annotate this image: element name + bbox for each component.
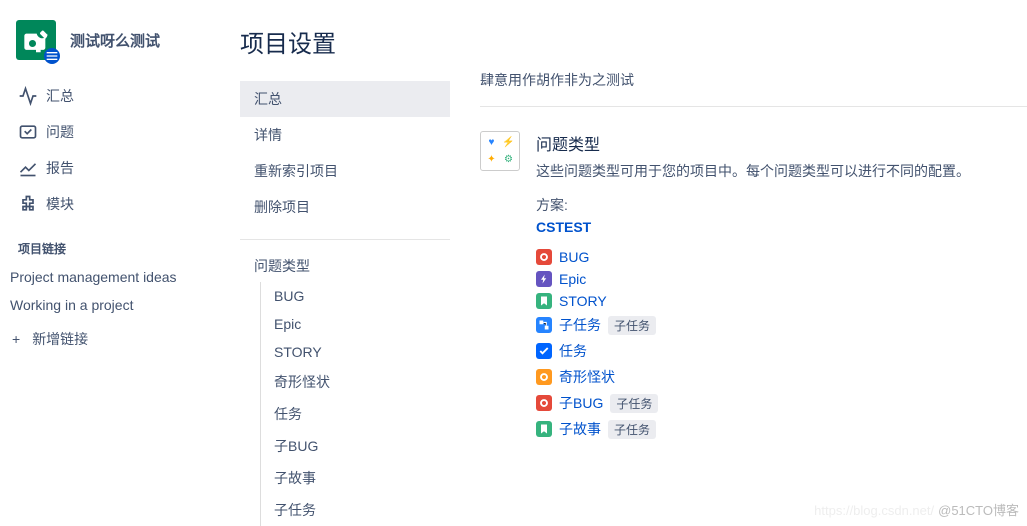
nav-components[interactable]: 模块 (8, 186, 231, 222)
issue-type-row: STORY (536, 293, 970, 309)
issue-types-list: BUGEpicSTORY子任务子任务任务奇形怪状子BUG子任务子故事子任务 (536, 249, 970, 439)
subtask-tag: 子任务 (608, 316, 656, 335)
issue-type-link[interactable]: STORY (559, 293, 607, 309)
issue-type-nav[interactable]: STORY (240, 338, 480, 366)
project-title: 测试呀么测试 (70, 30, 160, 51)
issue-type-link[interactable]: 任务 (559, 341, 587, 361)
issue-type-row: 奇形怪状 (536, 367, 970, 387)
project-header: 测试呀么测试 (8, 16, 231, 78)
section-title: 问题类型 (536, 131, 970, 155)
bookmark-icon (536, 421, 552, 437)
issue-type-row: BUG (536, 249, 970, 265)
settings-badge-icon (44, 48, 60, 64)
bolt-icon (536, 271, 552, 287)
nav-label: 报告 (46, 158, 74, 178)
plus-icon: + (12, 331, 20, 347)
report-icon (18, 158, 42, 178)
settings-nav: 项目设置 汇总 详情 重新索引项目 删除项目 问题类型 BUG Epic STO… (240, 0, 480, 523)
project-link[interactable]: Working in a project (8, 291, 231, 319)
ring-icon (536, 395, 552, 411)
component-icon (18, 194, 42, 214)
scheme-label: 方案: (536, 195, 970, 215)
ring-icon (536, 249, 552, 265)
issue-type-nav[interactable]: 奇形怪状 (240, 366, 480, 398)
issue-type-link[interactable]: 奇形怪状 (559, 367, 615, 387)
bookmark-icon (536, 293, 552, 309)
issue-type-nav[interactable]: Epic (240, 310, 480, 338)
issue-type-link[interactable]: 子BUG (559, 393, 603, 413)
issue-type-row: 任务 (536, 341, 970, 361)
issue-types-scheme-icon: ♥⚡ ✦⚙ (480, 131, 520, 171)
section-description: 这些问题类型可用于您的项目中。每个问题类型可以进行不同的配置。 (536, 161, 970, 181)
check-icon (536, 343, 552, 359)
issue-type-row: Epic (536, 271, 970, 287)
project-link[interactable]: Project management ideas (8, 263, 231, 291)
issue-type-row: 子BUG 子任务 (536, 393, 970, 413)
activity-icon (18, 86, 42, 106)
issue-type-nav[interactable]: 子任务 (240, 494, 480, 526)
issue-types-heading[interactable]: 问题类型 (240, 250, 480, 282)
settings-reindex[interactable]: 重新索引项目 (240, 153, 450, 189)
ring-icon (536, 369, 552, 385)
subtask-tag: 子任务 (610, 394, 658, 413)
nav-reports[interactable]: 报告 (8, 150, 231, 186)
nav-issues[interactable]: 问题 (8, 114, 231, 150)
project-avatar (16, 20, 56, 60)
issue-type-nav[interactable]: 子BUG (240, 430, 480, 462)
watermark: https://blog.csdn.net/@51CTO博客 (814, 500, 1019, 519)
issue-type-nav[interactable]: 任务 (240, 398, 480, 430)
issue-type-link[interactable]: Epic (559, 271, 586, 287)
add-link-label: 新增链接 (32, 329, 88, 349)
issue-type-row: 子故事子任务 (536, 419, 970, 439)
divider (240, 239, 450, 240)
project-links-heading: 项目链接 (8, 222, 231, 263)
settings-delete[interactable]: 删除项目 (240, 189, 450, 225)
issue-type-nav[interactable]: 子故事 (240, 462, 480, 494)
issues-icon (18, 122, 42, 142)
nav-label: 模块 (46, 194, 74, 214)
page-title: 项目设置 (240, 12, 480, 81)
nav-label: 问题 (46, 122, 74, 142)
issue-type-link[interactable]: 子任务 (559, 315, 601, 335)
project-description: 肆意用作胡作非为之测试 (480, 70, 1027, 106)
add-link-button[interactable]: + 新增链接 (8, 319, 231, 359)
issue-type-row: 子任务子任务 (536, 315, 970, 335)
scheme-link[interactable]: CSTEST (536, 219, 970, 235)
issue-type-nav[interactable]: BUG (240, 282, 480, 310)
subtask-tag: 子任务 (608, 420, 656, 439)
issue-type-link[interactable]: 子故事 (559, 419, 601, 439)
issue-type-section: ♥⚡ ✦⚙ 问题类型 这些问题类型可用于您的项目中。每个问题类型可以进行不同的配… (480, 131, 1027, 439)
settings-details[interactable]: 详情 (240, 117, 450, 153)
content-area: 肆意用作胡作非为之测试 ♥⚡ ✦⚙ 问题类型 这些问题类型可用于您的项目中。每个… (480, 0, 1027, 523)
nav-label: 汇总 (46, 86, 74, 106)
settings-summary[interactable]: 汇总 (240, 81, 450, 117)
left-sidebar: 测试呀么测试 汇总 问题 报告 模块 项目链接 Project manageme… (0, 0, 240, 523)
branch-icon (536, 317, 552, 333)
divider (480, 106, 1027, 107)
nav-summary[interactable]: 汇总 (8, 78, 231, 114)
issue-type-link[interactable]: BUG (559, 249, 589, 265)
